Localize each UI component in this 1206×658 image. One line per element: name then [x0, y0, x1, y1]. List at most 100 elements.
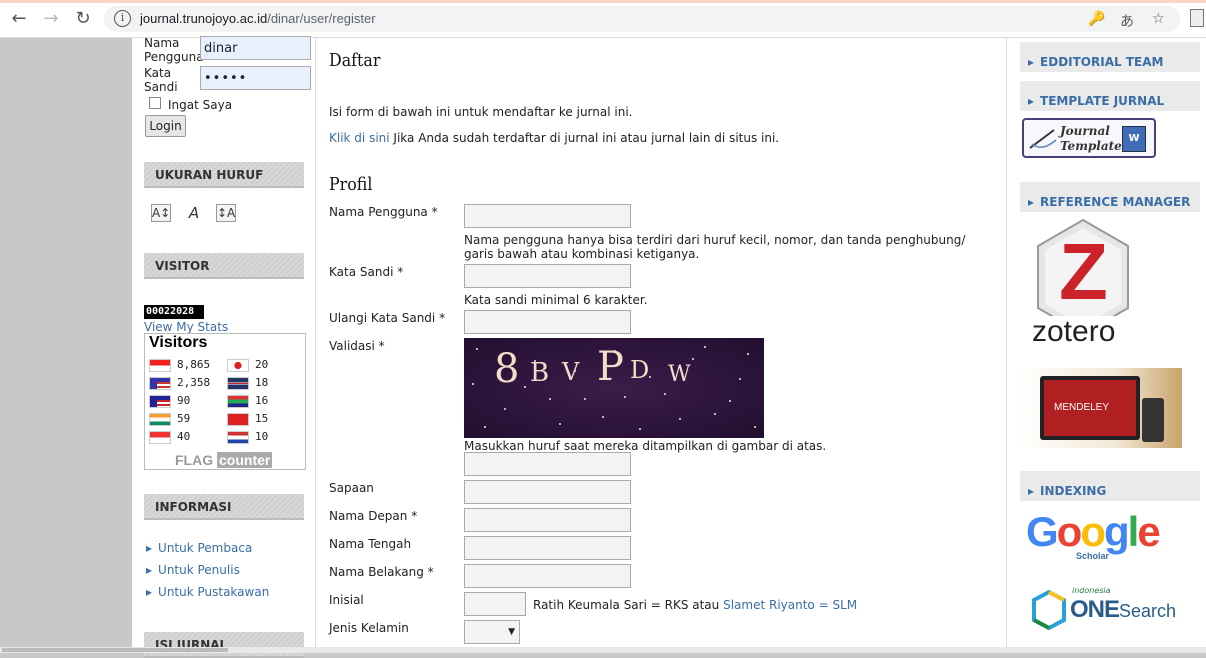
reload-icon[interactable]: ↻ [72, 8, 94, 30]
flag-count: 8,865 [177, 358, 211, 371]
salutation-label: Sapaan [329, 481, 374, 495]
extension-icon[interactable] [1190, 9, 1204, 27]
visitor-title: VISITOR [144, 253, 304, 279]
flag-count: 90 [177, 394, 191, 407]
indexing-title: INDEXING [1020, 471, 1200, 501]
key-icon[interactable]: 🔑 [1088, 11, 1105, 27]
flag-china-icon [227, 412, 249, 426]
captcha-help: Masukkan huruf saat mereka ditampilkan d… [464, 439, 827, 453]
repeat-password-label: Ulangi Kata Sandi * [329, 311, 446, 325]
intro-text: Isi form di bawah ini untuk mendaftar ke… [329, 105, 633, 119]
journal-template-button[interactable]: Journal Template W [1022, 118, 1156, 158]
font-default-icon[interactable]: A [184, 204, 204, 222]
gender-label: Jenis Kelamin [329, 621, 409, 635]
zotero-logo[interactable]: Z zotero [1028, 218, 1138, 358]
google-letter: e [1137, 508, 1160, 555]
left-sidebar: Nama Pengguna dinar Kata Sandi ••••• Ing… [132, 36, 316, 658]
forward-icon[interactable]: → [40, 8, 62, 30]
onesearch-logo[interactable]: indonesia ONESearch [1032, 586, 1182, 636]
flag-count: 40 [177, 430, 191, 443]
flag-row: 15 [227, 412, 268, 426]
chevron-down-icon: ▼ [508, 627, 515, 637]
pen-icon [1029, 129, 1057, 149]
right-sidebar: EDDITORIAL TEAM TEMPLATE JURNAL Journal … [1008, 38, 1206, 647]
flag-row: 10 [227, 430, 268, 444]
onesearch-text: ONESearch [1070, 596, 1176, 624]
tab-strip-accent [0, 0, 1206, 3]
flag-count: 2,358 [177, 376, 211, 389]
username-field[interactable] [464, 204, 631, 228]
info-icon[interactable]: i [114, 10, 131, 27]
last-name-label: Nama Belakang * [329, 565, 434, 579]
google-scholar-logo[interactable]: Google Scholar [1026, 508, 1161, 561]
captcha-char: W [668, 362, 691, 387]
journal-content-title: ISI JURNAL [144, 632, 304, 658]
captcha-char: B [530, 358, 550, 388]
page-title: Daftar [329, 50, 381, 71]
scrollbar-thumb[interactable] [2, 648, 228, 652]
login-button[interactable]: Login [145, 115, 186, 137]
middle-name-field[interactable] [464, 536, 631, 560]
flag-row: 59 [149, 412, 190, 426]
first-name-field[interactable] [464, 508, 631, 532]
captcha-char: D [630, 356, 650, 384]
captcha-char: V [562, 358, 580, 386]
back-icon[interactable]: ← [8, 8, 30, 30]
login-hint-text: Jika Anda sudah terdaftar di jurnal ini … [389, 131, 780, 145]
font-large-icon[interactable]: ↕A [216, 204, 236, 222]
menu-item-penulis[interactable]: Untuk Penulis [146, 563, 240, 577]
flag-count: 20 [255, 358, 269, 371]
visitor-counter: 00022028 [144, 305, 204, 319]
flag-usa-icon [149, 376, 171, 390]
salutation-field[interactable] [464, 480, 631, 504]
onesearch-icon [1032, 590, 1066, 630]
menu-item-pembaca[interactable]: Untuk Pembaca [146, 541, 252, 555]
font-small-icon[interactable]: A↕ [151, 204, 171, 222]
mendeley-logo[interactable]: MENDELEY [1020, 368, 1182, 448]
validation-label: Validasi * [329, 339, 385, 353]
username-label: Nama Pengguna [144, 36, 204, 64]
remember-label: Ingat Saya [168, 98, 233, 112]
captcha-image: 8 B V P D W [464, 338, 764, 438]
flag-row: 40 [149, 430, 190, 444]
repeat-password-field[interactable] [464, 310, 631, 334]
login-hint: Klik di sini Jika Anda sudah terdaftar d… [329, 131, 779, 145]
remember-checkbox[interactable] [149, 97, 161, 109]
url-text[interactable]: journal.trunojoyo.ac.id/dinar/user/regis… [140, 11, 376, 26]
username-input[interactable]: dinar [200, 36, 311, 60]
first-name-label: Nama Depan * [329, 509, 418, 523]
translate-icon[interactable]: あ [1120, 11, 1134, 31]
font-size-title: UKURAN HURUF [144, 162, 304, 188]
zotero-text: zotero [1030, 315, 1118, 348]
reference-manager-title: REFERENCE MANAGER [1020, 182, 1200, 212]
password-input[interactable]: ••••• [200, 66, 311, 90]
horizontal-scrollbar[interactable] [0, 647, 1206, 653]
star-icon[interactable]: ☆ [1152, 11, 1165, 27]
url-path: /dinar/user/register [267, 11, 376, 26]
flag-indonesia-icon [149, 358, 171, 372]
password-field[interactable] [464, 264, 631, 288]
view-stats-link[interactable]: View My Stats [144, 320, 228, 334]
initials-example-link[interactable]: Slamet Riyanto = SLM [723, 598, 857, 612]
flag-netherlands-icon [227, 430, 249, 444]
flag-row: 2,358 [149, 376, 210, 390]
address-bar[interactable]: i journal.trunojoyo.ac.id/dinar/user/reg… [104, 6, 1180, 32]
editorial-team-link[interactable]: EDDITORIAL TEAM [1020, 42, 1200, 72]
menu-item-pustakawan[interactable]: Untuk Pustakawan [146, 585, 269, 599]
last-name-field[interactable] [464, 564, 631, 588]
initials-field[interactable] [464, 592, 526, 616]
gender-select[interactable]: ▼ [464, 620, 520, 644]
flag-row: 18 [227, 376, 268, 390]
captcha-field[interactable] [464, 452, 631, 476]
flag-count: 18 [255, 376, 269, 389]
flag-row: 16 [227, 394, 268, 408]
password-help: Kata sandi minimal 6 karakter. [464, 293, 648, 307]
username-help: Nama pengguna hanya bisa terdiri dari hu… [464, 233, 966, 261]
click-here-link[interactable]: Klik di sini [329, 131, 390, 145]
flag-counter[interactable]: Visitors 8,865 2,358 90 59 40 20 18 16 1… [144, 333, 306, 470]
flag-row: 90 [149, 394, 190, 408]
template-journal-link[interactable]: TEMPLATE JURNAL [1020, 81, 1200, 111]
initials-example: Ratih Keumala Sari = RKS atau Slamet Riy… [533, 598, 857, 612]
phone-icon [1142, 398, 1164, 442]
captcha-char: 8 [494, 346, 520, 392]
